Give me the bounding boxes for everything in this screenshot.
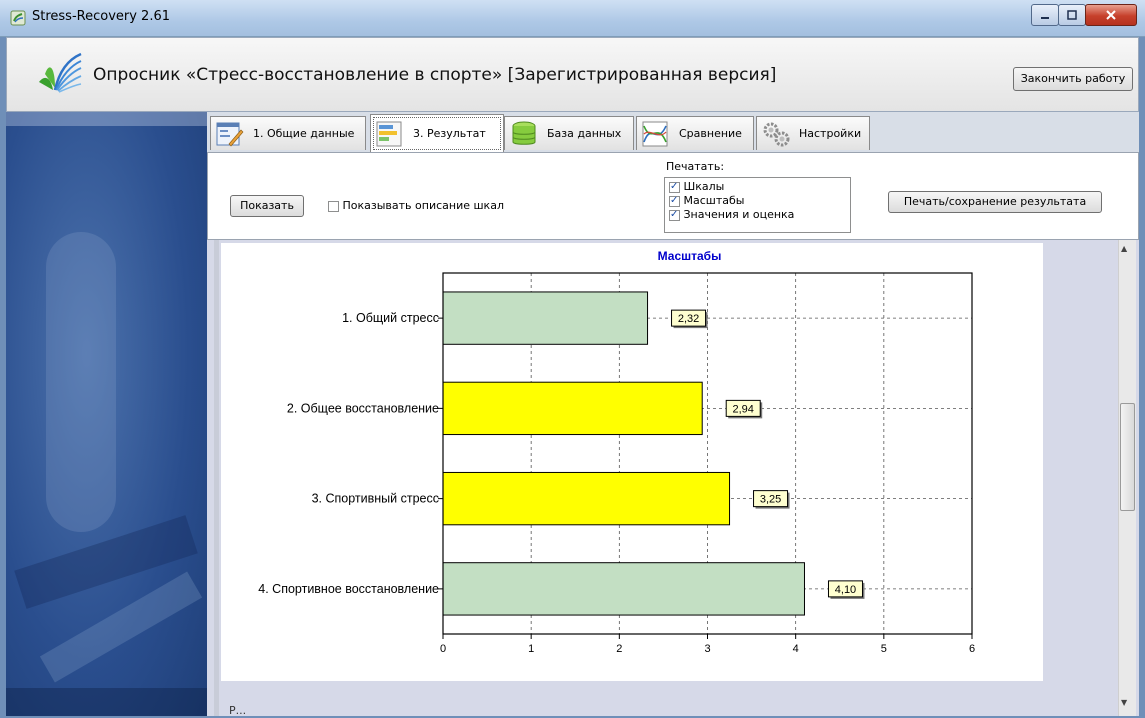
- category-label: 2. Общее восстановление: [287, 401, 439, 415]
- tab-label: Сравнение: [679, 127, 742, 140]
- form-icon: [216, 122, 244, 146]
- gears-icon: [763, 122, 790, 146]
- category-label: 3. Спортивный стресс: [312, 492, 439, 506]
- database-icon: [512, 121, 536, 145]
- logo-icon: [39, 52, 82, 93]
- results-toolbar: Показать Показывать описание шкал Печата…: [207, 152, 1139, 240]
- print-option-scales-large[interactable]: Масштабы: [669, 194, 846, 208]
- finish-work-button[interactable]: Закончить работу: [1013, 67, 1133, 91]
- scrollbar-thumb[interactable]: [1120, 403, 1135, 511]
- bar: [442, 381, 703, 436]
- value-label: 2,32: [678, 313, 699, 325]
- tab-comparison[interactable]: Сравнение: [636, 116, 754, 150]
- app-icon: [10, 10, 26, 26]
- tab-general-data[interactable]: 1. Общие данные: [210, 116, 366, 150]
- minimize-icon: [1041, 17, 1049, 19]
- print-scales-checkbox[interactable]: [669, 180, 680, 194]
- print-option-label: Шкалы: [683, 180, 725, 193]
- print-label: Печатать:: [666, 160, 725, 173]
- app-window: Stress-Recovery 2.61 Опросник «Стресс-во…: [0, 0, 1145, 718]
- close-button[interactable]: [1085, 4, 1137, 26]
- show-descriptions-option[interactable]: Показывать описание шкал: [328, 199, 504, 212]
- content-border: [214, 240, 219, 716]
- scroll-up-icon[interactable]: ▲: [1121, 244, 1127, 253]
- tab-database[interactable]: База данных: [504, 116, 634, 150]
- x-tick-label: 1: [528, 643, 534, 655]
- x-tick-label: 6: [969, 643, 975, 655]
- app-header: Опросник «Стресс-восстановление в спорте…: [6, 37, 1139, 112]
- window-title: Stress-Recovery 2.61: [32, 9, 170, 24]
- close-icon: [1106, 10, 1116, 20]
- scales-chart: Масштабы 0 1 2 3 4 5 6 1. Общий стресс 2,32 2. Общ…: [221, 243, 1043, 681]
- print-option-label: Значения и оценка: [683, 208, 795, 221]
- print-option-scales[interactable]: Шкалы: [669, 180, 846, 194]
- print-option-label: Масштабы: [683, 194, 745, 207]
- print-options-list: Шкалы Масштабы Значения и оценка: [664, 177, 851, 233]
- print-option-values[interactable]: Значения и оценка: [669, 208, 846, 222]
- x-tick-label: 2: [616, 643, 622, 655]
- tab-label: База данных: [547, 127, 622, 140]
- results-content: Масштабы 0 1 2 3 4 5 6 1. Общий стресс 2,32 2. Общ…: [207, 240, 1139, 716]
- app-title: Опросник «Стресс-восстановление в спорте…: [93, 65, 777, 85]
- bar-chart-icon: [376, 121, 402, 146]
- value-label: 2,94: [732, 403, 753, 415]
- show-descriptions-checkbox[interactable]: [328, 200, 339, 212]
- tab-label: Настройки: [799, 127, 862, 140]
- x-tick-label: 5: [881, 643, 887, 655]
- title-bar[interactable]: Stress-Recovery 2.61: [0, 0, 1145, 37]
- category-label: 4. Спортивное восстановление: [258, 582, 439, 596]
- minimize-button[interactable]: [1031, 4, 1059, 26]
- scroll-down-icon[interactable]: ▼: [1121, 698, 1127, 707]
- tab-settings[interactable]: Настройки: [756, 116, 870, 150]
- tab-results[interactable]: 3. Результат: [370, 114, 504, 153]
- maximize-button[interactable]: [1058, 4, 1086, 26]
- bar-chart-svg: Масштабы 0 1 2 3 4 5 6 1. Общий стресс 2,32 2. Общ…: [258, 249, 975, 655]
- chart-title: Масштабы: [658, 249, 722, 263]
- category-label: 1. Общий стресс: [342, 311, 439, 325]
- print-values-checkbox[interactable]: [669, 208, 680, 222]
- sidebar-image: [6, 112, 207, 716]
- vertical-scrollbar[interactable]: ▲ ▼: [1118, 240, 1136, 716]
- x-tick-label: 0: [440, 643, 446, 655]
- show-button[interactable]: Показать: [230, 195, 304, 217]
- tab-strip: 1. Общие данные 3. Результат База данных: [207, 112, 1139, 153]
- bar: [442, 291, 649, 345]
- maximize-icon: [1067, 10, 1077, 20]
- tab-label: 3. Результат: [413, 127, 486, 140]
- print-scales-large-checkbox[interactable]: [669, 194, 680, 208]
- x-tick-label: 4: [793, 643, 799, 655]
- tab-label: 1. Общие данные: [253, 127, 355, 140]
- show-descriptions-label: Показывать описание шкал: [342, 199, 504, 212]
- value-label: 3,25: [760, 494, 781, 506]
- print-save-button[interactable]: Печать/сохранение результата: [888, 191, 1102, 213]
- value-label: 4,10: [835, 584, 856, 596]
- bar: [442, 471, 731, 526]
- compare-lines-icon: [642, 121, 668, 146]
- bottom-text: Р...: [229, 704, 247, 716]
- bar: [442, 562, 805, 616]
- x-tick-label: 3: [704, 643, 710, 655]
